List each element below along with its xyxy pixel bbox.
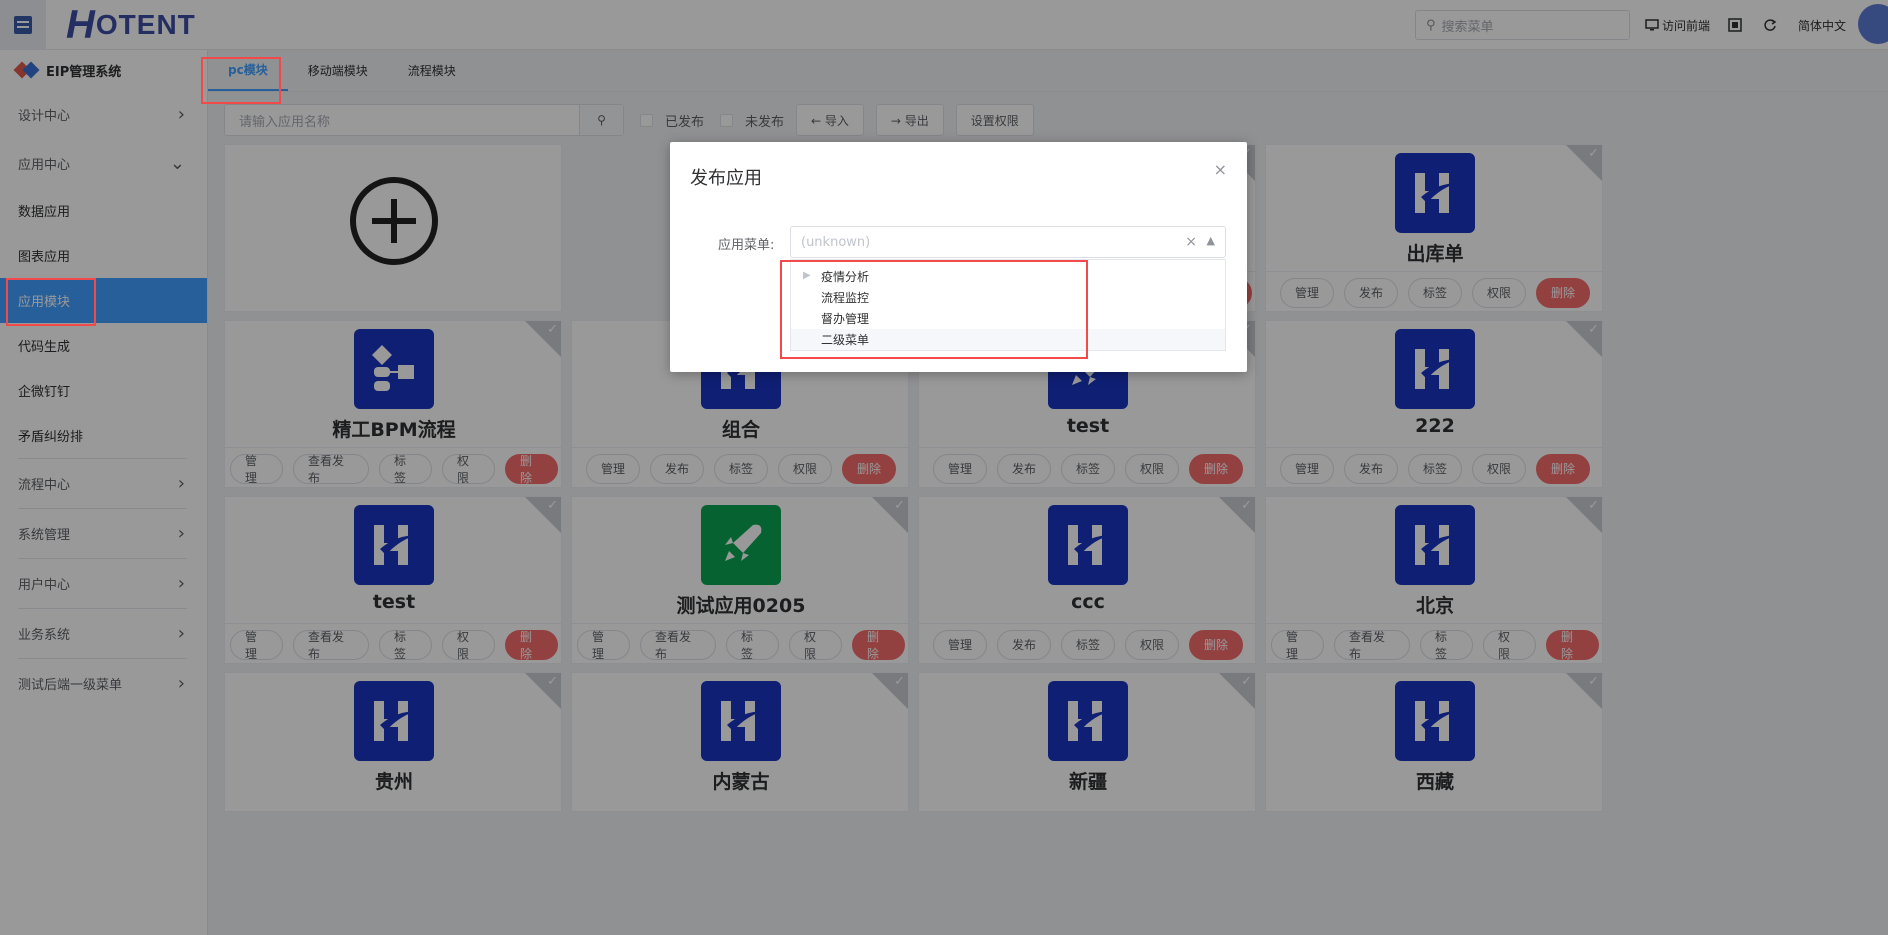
tree-option[interactable]: ▶ 疫情分析 [791,266,1225,287]
tree-option[interactable]: 督办管理 [791,308,1225,329]
modal-mask[interactable] [0,0,1888,935]
publish-app-dialog: 发布应用 × 应用菜单: (unknown) × ▲ ▶ 疫情分析 流程监控 督办… [670,142,1247,372]
tree-option[interactable]: 二级菜单 [791,329,1225,350]
dialog-title: 发布应用 [690,168,762,189]
menu-tree-dropdown: ▶ 疫情分析 流程监控 督办管理 二级菜单 [790,259,1226,351]
expand-arrow-icon[interactable]: ▶ [803,270,811,281]
tree-option-label: 二级菜单 [821,333,870,347]
clear-icon[interactable]: × [1185,234,1197,250]
close-icon[interactable]: × [1214,160,1227,179]
caret-up-icon[interactable]: ▲ [1207,234,1215,247]
tree-option-label: 督办管理 [821,312,870,326]
tree-option-label: 疫情分析 [821,270,870,284]
app-menu-label: 应用菜单: [718,238,775,253]
app-menu-select[interactable]: (unknown) × ▲ [790,226,1226,258]
select-value: (unknown) [801,234,871,250]
tree-option[interactable]: 流程监控 [791,287,1225,308]
tree-option-label: 流程监控 [821,291,870,305]
